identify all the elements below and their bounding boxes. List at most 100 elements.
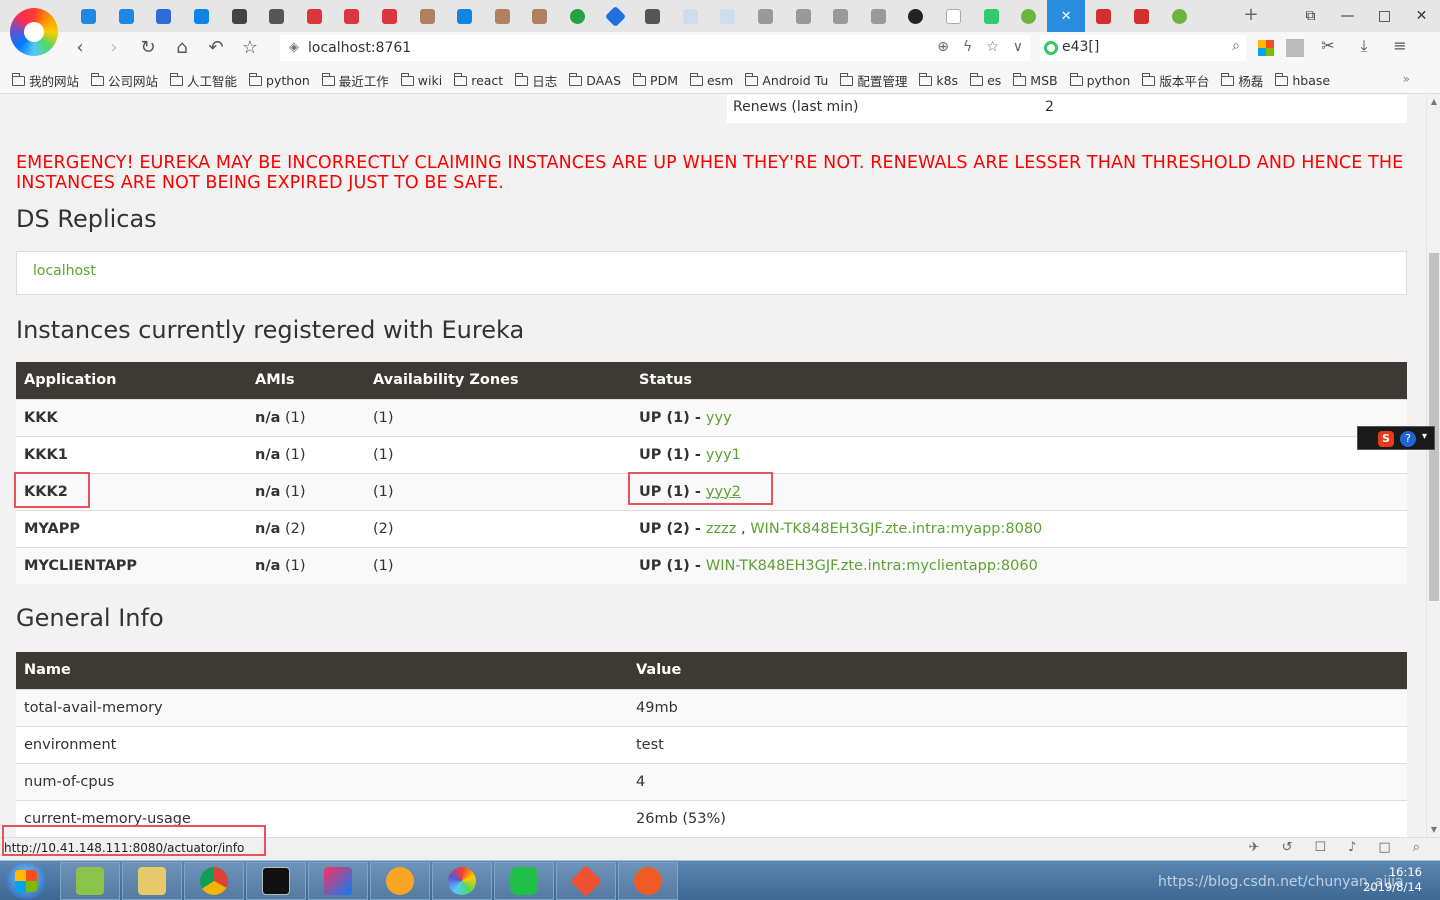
- window-icon[interactable]: □: [1378, 840, 1390, 855]
- tab[interactable]: [672, 0, 710, 32]
- tab[interactable]: [1160, 0, 1198, 32]
- bookmark-item[interactable]: wiki: [400, 71, 442, 90]
- bookmark-item[interactable]: Android Tu: [745, 71, 828, 90]
- bookmark-item[interactable]: MSB: [1013, 71, 1058, 90]
- tab[interactable]: [1123, 0, 1161, 32]
- bookmark-item[interactable]: 日志: [515, 71, 557, 90]
- instance-link[interactable]: WIN-TK848EH3GJF.zte.intra:myclientapp:80…: [706, 558, 1038, 574]
- sogou-ime-icon[interactable]: S: [1378, 431, 1394, 447]
- taskbar-app[interactable]: [308, 862, 368, 900]
- address-bar[interactable]: ◈ localhost:8761 ⊕ ϟ ☆ ∨: [280, 35, 1030, 61]
- bookmark-item[interactable]: 最近工作: [321, 71, 389, 90]
- tab[interactable]: [145, 0, 183, 32]
- bookmark-item[interactable]: 我的网站: [12, 71, 79, 90]
- taskbar-app[interactable]: [184, 862, 244, 900]
- tab[interactable]: [559, 0, 597, 32]
- tray-clock[interactable]: 16:16 2019/8/14: [1363, 865, 1422, 895]
- replica-link[interactable]: localhost: [33, 263, 96, 279]
- tab[interactable]: [859, 0, 897, 32]
- search-text[interactable]: e43[]: [1062, 39, 1099, 55]
- taskbar-app[interactable]: [60, 862, 120, 900]
- menu-icon[interactable]: ≡: [1388, 36, 1412, 57]
- trash-icon[interactable]: ☐: [1314, 840, 1326, 855]
- new-tab-button[interactable]: +: [1241, 4, 1261, 26]
- taskbar-app[interactable]: [370, 862, 430, 900]
- minimize-button[interactable]: —: [1329, 0, 1366, 32]
- chevron-down-icon[interactable]: ∨: [1013, 39, 1023, 55]
- bookmark-item[interactable]: 人工智能: [170, 71, 237, 90]
- bookmark-item[interactable]: 公司网站: [91, 71, 158, 90]
- taskbar-app[interactable]: [122, 862, 182, 900]
- tab[interactable]: [371, 0, 409, 32]
- tab[interactable]: [258, 0, 296, 32]
- start-button[interactable]: [6, 863, 46, 899]
- tab[interactable]: [484, 0, 522, 32]
- extension-icon[interactable]: [1286, 39, 1304, 57]
- page-scrollbar[interactable]: ▲ ▼: [1426, 95, 1440, 837]
- forward-icon[interactable]: ›: [102, 36, 126, 60]
- taskbar-app[interactable]: [556, 862, 616, 900]
- tab-active[interactable]: ✕: [1047, 0, 1086, 32]
- help-icon[interactable]: ?: [1400, 431, 1416, 447]
- tab[interactable]: [108, 0, 146, 32]
- refresh-icon[interactable]: ↺: [1282, 840, 1293, 855]
- search-input[interactable]: e43[] ⌕: [1040, 35, 1246, 61]
- taskbar-app[interactable]: [494, 862, 554, 900]
- taskbar-app[interactable]: [246, 862, 306, 900]
- scroll-up-icon[interactable]: ▲: [1427, 95, 1440, 109]
- scissors-icon[interactable]: ✂: [1316, 36, 1340, 57]
- address-text[interactable]: localhost:8761: [308, 40, 411, 56]
- zoom-icon[interactable]: ⊕: [937, 39, 949, 55]
- bookmark-item[interactable]: hbase: [1275, 71, 1330, 90]
- rocket-icon[interactable]: ✈: [1249, 840, 1260, 855]
- tab[interactable]: [220, 0, 258, 32]
- tab[interactable]: [521, 0, 559, 32]
- instance-link[interactable]: yyy: [706, 410, 732, 426]
- skin-icon[interactable]: ⧉: [1292, 0, 1329, 32]
- star-icon[interactable]: ☆: [238, 36, 262, 60]
- bookmark-item[interactable]: python: [1069, 71, 1130, 90]
- bookmark-item[interactable]: 配置管理: [840, 71, 907, 90]
- tab[interactable]: [596, 0, 634, 32]
- chevron-down-icon[interactable]: ▾: [1422, 431, 1427, 442]
- tab[interactable]: [935, 0, 973, 32]
- maximize-button[interactable]: □: [1366, 0, 1403, 32]
- bookmark-item[interactable]: 版本平台: [1142, 71, 1209, 90]
- tab[interactable]: [70, 0, 108, 32]
- tab[interactable]: [183, 0, 221, 32]
- instance-link[interactable]: zzzz: [706, 521, 736, 537]
- tab[interactable]: [747, 0, 785, 32]
- instance-link[interactable]: WIN-TK848EH3GJF.zte.intra:myapp:8080: [750, 521, 1042, 537]
- instance-link[interactable]: yyy1: [706, 447, 741, 463]
- close-window-button[interactable]: ✕: [1403, 0, 1440, 32]
- lightning-icon[interactable]: ϟ: [963, 39, 972, 55]
- bookmark-item[interactable]: react: [454, 71, 503, 90]
- tab[interactable]: [972, 0, 1010, 32]
- bookmark-item[interactable]: esm: [689, 71, 733, 90]
- bookmark-item[interactable]: k8s: [919, 71, 958, 90]
- search-icon[interactable]: ⌕: [1232, 38, 1240, 54]
- download-icon[interactable]: ⤓: [1352, 36, 1376, 57]
- taskbar-app[interactable]: [618, 862, 678, 900]
- apps-grid-icon[interactable]: [1258, 40, 1274, 56]
- tab[interactable]: [408, 0, 446, 32]
- bookmarks-more-icon[interactable]: »: [1403, 72, 1410, 86]
- tab[interactable]: [897, 0, 935, 32]
- home-icon[interactable]: ⌂: [170, 36, 194, 60]
- scroll-down-icon[interactable]: ▼: [1427, 823, 1440, 837]
- speaker-icon[interactable]: ♪: [1348, 840, 1356, 855]
- tab[interactable]: [296, 0, 334, 32]
- ime-toolbar[interactable]: S ? ▾: [1357, 426, 1435, 450]
- bookmark-item[interactable]: es: [970, 71, 1001, 90]
- browser-logo-icon[interactable]: [10, 8, 58, 56]
- tab[interactable]: [1085, 0, 1123, 32]
- tab[interactable]: [634, 0, 672, 32]
- tab[interactable]: [446, 0, 484, 32]
- undo-close-icon[interactable]: ↶: [204, 36, 228, 60]
- tab[interactable]: [333, 0, 371, 32]
- tab[interactable]: [822, 0, 860, 32]
- tab[interactable]: [784, 0, 822, 32]
- bookmark-item[interactable]: PDM: [633, 71, 678, 90]
- zoom-icon[interactable]: ⌕: [1413, 840, 1420, 855]
- taskbar-app[interactable]: [432, 862, 492, 900]
